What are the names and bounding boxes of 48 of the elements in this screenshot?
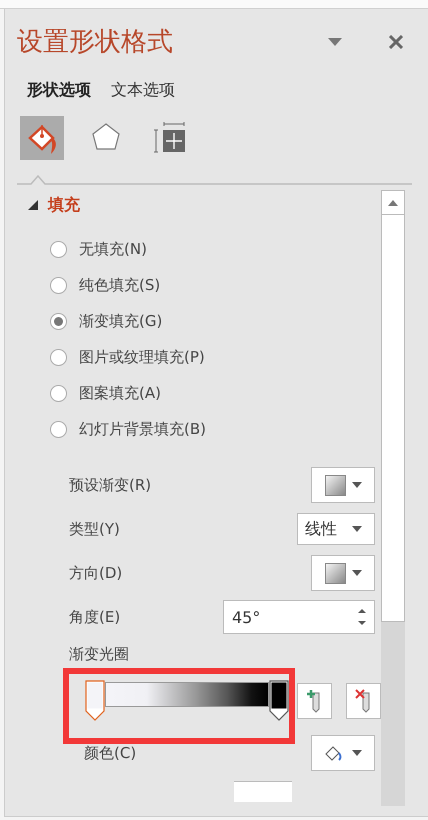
setting-label: 角度(E) [69,608,120,626]
remove-stop-button[interactable] [346,683,381,719]
radio-label[interactable]: 幻灯片背景填充(B) [79,420,206,438]
add-stop-button[interactable] [297,683,332,719]
radio-button[interactable] [50,384,67,402]
caret-icon [352,526,362,532]
setting-label: 方向(D) [69,564,122,582]
section-title[interactable]: 填充 [48,194,80,216]
setting-label: 预设渐变(R) [69,476,152,494]
close-icon[interactable] [389,35,403,49]
tab[interactable]: 形状选项 [23,78,95,102]
type-dropdown[interactable]: 线性 [297,513,375,545]
radio-label[interactable]: 无填充(N) [79,240,147,258]
gradient-stop-handle[interactable] [85,680,105,722]
dropdown-caret-icon[interactable] [328,38,342,46]
spinner-arrows-icon [358,608,366,626]
scrollbar[interactable] [381,190,405,806]
radio-button[interactable] [50,276,67,294]
radio-button[interactable] [50,240,67,258]
gradient-dropdown[interactable] [311,467,375,503]
angle-spinner[interactable]: 45° [223,600,375,634]
collapse-triangle-icon[interactable] [28,200,38,210]
scroll-up-icon[interactable] [388,200,398,206]
paint-bucket-icon [324,744,342,762]
color-dropdown[interactable] [311,735,375,771]
caret-icon [352,750,362,756]
radio-label[interactable]: 图案填充(A) [79,384,161,402]
radio-button[interactable] [50,312,67,330]
caret-icon [352,482,362,488]
gradient-bar[interactable] [105,682,269,707]
radio-label[interactable]: 图片或纹理填充(P) [79,348,205,366]
input-field[interactable] [234,781,292,802]
tab[interactable]: 文本选项 [107,78,179,102]
add-stop-icon [306,689,322,713]
caret-icon [352,570,362,576]
radio-label[interactable]: 纯色填充(S) [79,276,160,294]
paint-bucket-tab[interactable] [20,116,64,160]
gradient-dropdown[interactable] [311,555,375,591]
setting-label: 类型(Y) [69,520,120,538]
gradient-stop-handle[interactable] [269,680,289,722]
remove-stop-icon [354,689,372,713]
radio-button[interactable] [50,420,67,438]
gradient-stops-label: 渐变光圈 [69,645,129,664]
size-icon [153,121,187,155]
radio-label[interactable]: 渐变填充(G) [79,312,162,330]
panel-title: 设置形状格式 [17,29,174,55]
color-label: 颜色(C) [84,744,136,762]
radio-button[interactable] [50,348,67,366]
